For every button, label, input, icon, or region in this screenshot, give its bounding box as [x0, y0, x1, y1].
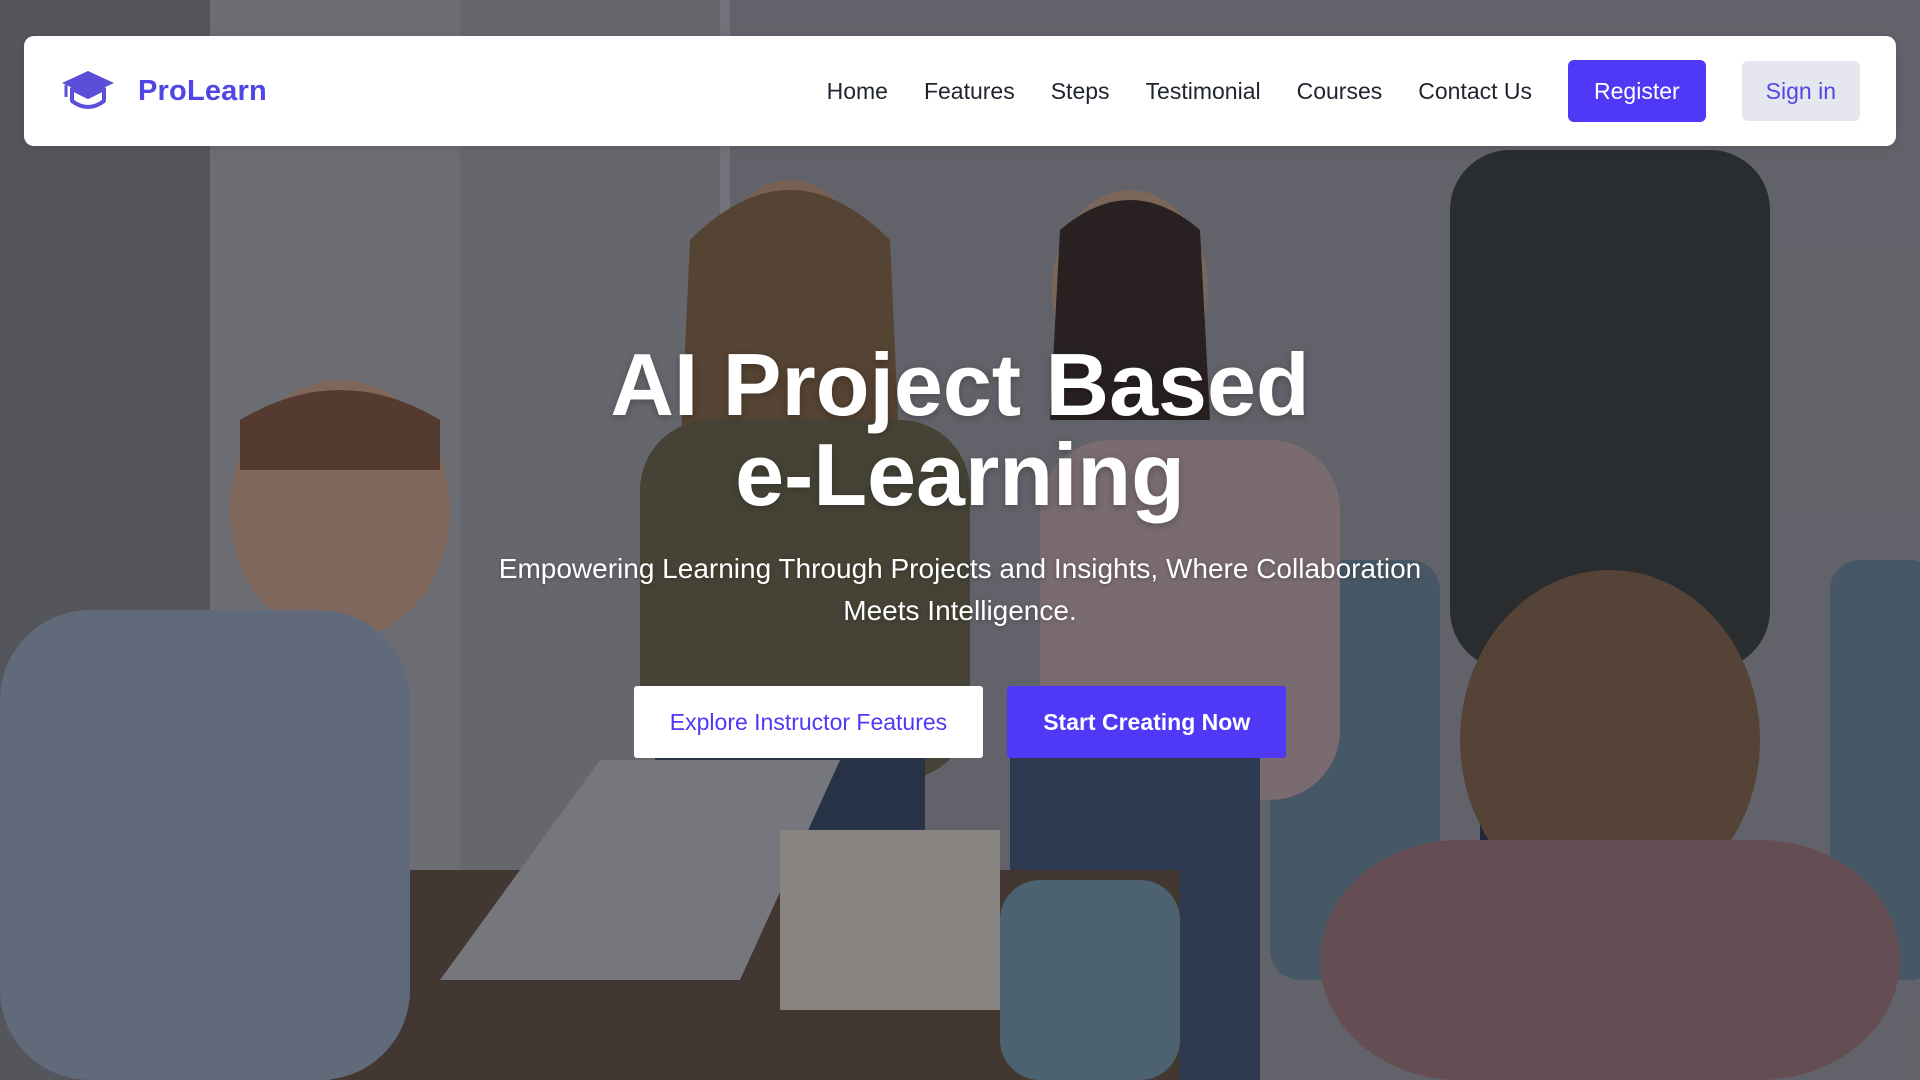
nav-link-contact-us[interactable]: Contact Us: [1418, 78, 1532, 105]
hero-title: AI Project Based e-Learning: [0, 340, 1920, 520]
hero-title-line-1: AI Project Based: [610, 335, 1310, 434]
explore-instructor-features-button[interactable]: Explore Instructor Features: [633, 686, 984, 758]
register-button[interactable]: Register: [1568, 60, 1706, 122]
hero-title-line-2: e-Learning: [735, 425, 1185, 524]
nav-link-features[interactable]: Features: [924, 78, 1015, 105]
hero-section: AI Project Based e-Learning Empowering L…: [0, 340, 1920, 758]
nav-link-home[interactable]: Home: [827, 78, 888, 105]
nav-links: Home Features Steps Testimonial Courses …: [827, 60, 1860, 122]
graduation-cap-icon: [62, 71, 114, 109]
brand-name: ProLearn: [138, 74, 267, 107]
start-creating-now-button[interactable]: Start Creating Now: [1007, 686, 1287, 758]
hero-actions: Explore Instructor Features Start Creati…: [0, 686, 1920, 758]
sign-in-button[interactable]: Sign in: [1741, 61, 1860, 121]
nav-link-testimonial[interactable]: Testimonial: [1146, 78, 1261, 105]
hero-subtitle: Empowering Learning Through Projects and…: [498, 553, 1422, 626]
nav-link-courses[interactable]: Courses: [1297, 78, 1383, 105]
brand-logo-link[interactable]: ProLearn: [60, 67, 267, 115]
top-navbar: ProLearn Home Features Steps Testimonial…: [24, 36, 1896, 146]
nav-link-steps[interactable]: Steps: [1051, 78, 1110, 105]
